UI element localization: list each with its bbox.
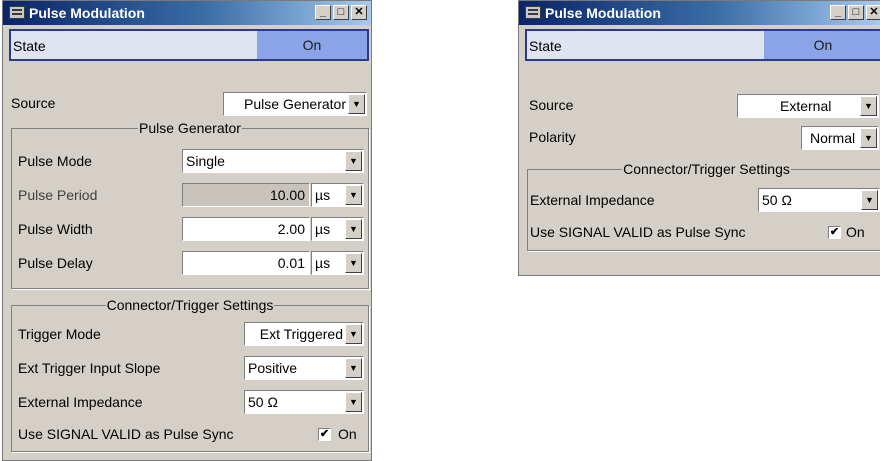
pulse-mode-label: Pulse Mode xyxy=(18,153,92,169)
pulse-period-unit-select[interactable]: µs ▼ xyxy=(311,183,364,207)
polarity-value: Normal xyxy=(810,130,856,146)
minimize-icon[interactable]: _ xyxy=(315,5,331,20)
trigger-mode-value: Ext Triggered xyxy=(259,326,343,342)
title-bar[interactable]: Pulse Modulation _ □ ✕ xyxy=(519,1,880,25)
pulse-period-label: Pulse Period xyxy=(18,187,98,203)
source-label: Source xyxy=(11,95,56,111)
chevron-down-icon[interactable]: ▼ xyxy=(345,253,362,273)
trigger-mode-label: Trigger Mode xyxy=(18,326,101,342)
polarity-label: Polarity xyxy=(529,129,576,145)
source-label: Source xyxy=(529,97,574,113)
window-title: Pulse Modulation xyxy=(29,5,145,21)
title-bar[interactable]: Pulse Modulation _ □ ✕ xyxy=(3,1,371,25)
maximize-icon[interactable]: □ xyxy=(848,5,864,20)
state-toggle-button[interactable]: On xyxy=(764,31,880,59)
minimize-icon[interactable]: _ xyxy=(830,5,846,20)
pulse-delay-label: Pulse Delay xyxy=(18,255,93,271)
state-toggle-button[interactable]: On xyxy=(257,31,367,59)
window-menu-icon[interactable] xyxy=(9,6,25,19)
chevron-down-icon[interactable]: ▼ xyxy=(345,185,362,205)
signal-valid-checkbox[interactable]: ✔ xyxy=(318,428,331,441)
external-impedance-value: 50 Ω xyxy=(248,394,278,410)
source-select[interactable]: Pulse Generator ▼ xyxy=(223,92,367,116)
close-icon[interactable]: ✕ xyxy=(866,5,880,20)
state-row[interactable]: State On xyxy=(9,29,369,61)
group-title: Pulse Generator xyxy=(138,120,242,136)
pulse-delay-unit-select[interactable]: µs ▼ xyxy=(311,251,364,275)
external-impedance-select[interactable]: 50 Ω ▼ xyxy=(758,188,880,212)
window-menu-icon[interactable] xyxy=(525,6,541,19)
group-title: Connector/Trigger Settings xyxy=(622,161,791,177)
source-value: Pulse Generator xyxy=(244,96,346,112)
chevron-down-icon[interactable]: ▼ xyxy=(345,219,362,239)
pulse-period-value: 10.00 xyxy=(269,187,305,203)
source-select[interactable]: External ▼ xyxy=(737,94,879,118)
pulse-modulation-dialog-left: Pulse Modulation _ □ ✕ State On Source P… xyxy=(2,0,372,461)
group-title: Connector/Trigger Settings xyxy=(105,297,275,313)
trigger-slope-value: Positive xyxy=(248,360,298,376)
trigger-slope-label: Ext Trigger Input Slope xyxy=(18,360,161,376)
state-label: State xyxy=(529,38,562,54)
trigger-mode-select[interactable]: Ext Triggered ▼ xyxy=(244,322,364,346)
pulse-delay-field[interactable]: 0.01 xyxy=(182,251,310,275)
connector-trigger-group: Connector/Trigger Settings Trigger Mode … xyxy=(11,297,369,452)
signal-valid-label: Use SIGNAL VALID as Pulse Sync xyxy=(18,426,234,442)
signal-valid-state: On xyxy=(338,426,357,442)
pulse-modulation-dialog-right: Pulse Modulation _ □ ✕ State On Source E… xyxy=(518,0,880,276)
external-impedance-label: External Impedance xyxy=(530,192,655,208)
signal-valid-checkbox[interactable]: ✔ xyxy=(828,226,841,239)
chevron-down-icon[interactable]: ▼ xyxy=(345,151,362,171)
chevron-down-icon[interactable]: ▼ xyxy=(860,128,877,148)
chevron-down-icon[interactable]: ▼ xyxy=(860,96,877,116)
source-value: External xyxy=(780,98,832,114)
external-impedance-value: 50 Ω xyxy=(762,192,792,208)
chevron-down-icon[interactable]: ▼ xyxy=(345,358,362,378)
signal-valid-state: On xyxy=(846,224,865,240)
state-row[interactable]: State On xyxy=(525,29,880,61)
maximize-icon[interactable]: □ xyxy=(333,5,349,20)
chevron-down-icon[interactable]: ▼ xyxy=(861,190,878,210)
unit-value: µs xyxy=(315,187,331,203)
external-impedance-label: External Impedance xyxy=(18,394,143,410)
unit-value: µs xyxy=(315,221,331,237)
state-label: State xyxy=(13,38,46,54)
window-title: Pulse Modulation xyxy=(545,5,661,21)
chevron-down-icon[interactable]: ▼ xyxy=(348,94,365,114)
signal-valid-label: Use SIGNAL VALID as Pulse Sync xyxy=(530,224,746,240)
pulse-width-field[interactable]: 2.00 xyxy=(182,217,310,241)
trigger-slope-select[interactable]: Positive ▼ xyxy=(244,356,364,380)
pulse-width-unit-select[interactable]: µs ▼ xyxy=(311,217,364,241)
unit-value: µs xyxy=(315,255,331,271)
chevron-down-icon[interactable]: ▼ xyxy=(345,392,362,412)
external-impedance-select[interactable]: 50 Ω ▼ xyxy=(244,390,364,414)
pulse-delay-value: 0.01 xyxy=(277,255,305,271)
chevron-down-icon[interactable]: ▼ xyxy=(345,324,362,344)
pulse-generator-group: Pulse Generator Pulse Mode Single ▼ Puls… xyxy=(11,120,369,289)
close-icon[interactable]: ✕ xyxy=(351,5,367,20)
pulse-period-field: 10.00 xyxy=(182,183,310,207)
pulse-width-label: Pulse Width xyxy=(18,221,93,237)
connector-trigger-group: Connector/Trigger Settings External Impe… xyxy=(527,161,880,251)
polarity-select[interactable]: Normal ▼ xyxy=(801,126,879,150)
pulse-mode-value: Single xyxy=(186,153,225,169)
pulse-width-value: 2.00 xyxy=(277,221,305,237)
pulse-mode-select[interactable]: Single ▼ xyxy=(182,149,364,173)
